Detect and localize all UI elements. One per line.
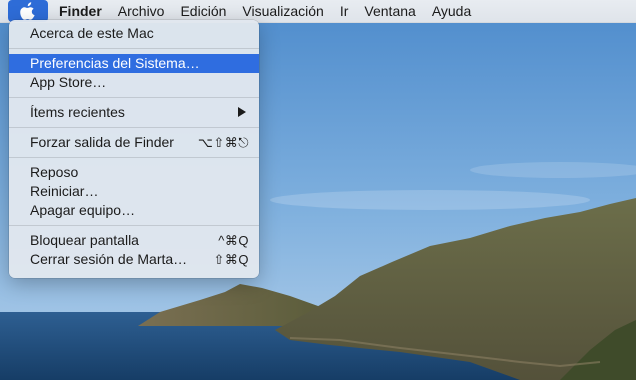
menu-item-label: Bloquear pantalla	[30, 232, 139, 248]
desktop-screen: Finder Archivo Edición Visualización Ir …	[0, 0, 636, 380]
lock-screen-shortcut: ^⌘Q	[218, 233, 249, 248]
menu-item-label: App Store…	[30, 74, 107, 90]
menu-item-force-quit[interactable]: Forzar salida de Finder ⌥⇧⌘⎋	[9, 133, 259, 152]
apple-menu-button[interactable]	[8, 0, 48, 22]
menubar-edicion[interactable]: Edición	[172, 0, 234, 22]
menu-item-recent-items[interactable]: Ítems recientes	[9, 103, 259, 122]
menu-item-label: Reposo	[30, 164, 79, 180]
menu-item-log-out[interactable]: Cerrar sesión de Marta… ⇧⌘Q	[9, 250, 259, 269]
menu-separator	[9, 97, 259, 98]
menubar-visualizacion[interactable]: Visualización	[234, 0, 331, 22]
menu-item-restart[interactable]: Reiniciar…	[9, 182, 259, 201]
menu-item-system-preferences[interactable]: Preferencias del Sistema…	[9, 54, 259, 73]
menu-item-sleep[interactable]: Reposo	[9, 163, 259, 182]
menu-item-about-this-mac[interactable]: Acerca de este Mac	[9, 24, 259, 43]
menubar-finder[interactable]: Finder	[51, 0, 110, 22]
menu-item-label: Cerrar sesión de Marta…	[30, 251, 188, 267]
menu-separator	[9, 157, 259, 158]
menu-item-label: Preferencias del Sistema…	[30, 55, 200, 71]
menu-item-label: Forzar salida de Finder	[30, 134, 174, 150]
menubar-ventana[interactable]: Ventana	[356, 0, 423, 22]
menu-item-label: Ítems recientes	[30, 104, 125, 120]
menubar-archivo[interactable]: Archivo	[110, 0, 173, 22]
menu-item-label: Apagar equipo…	[30, 202, 136, 218]
apple-menu-dropdown: Acerca de este Mac Preferencias del Sist…	[9, 20, 259, 278]
apple-logo-icon	[20, 2, 35, 20]
menu-item-shutdown[interactable]: Apagar equipo…	[9, 201, 259, 220]
submenu-arrow-icon	[238, 107, 246, 117]
menu-separator	[9, 225, 259, 226]
menu-item-label: Acerca de este Mac	[30, 25, 154, 41]
menu-item-label: Reiniciar…	[30, 183, 99, 199]
menu-separator	[9, 127, 259, 128]
menubar-ir[interactable]: Ir	[332, 0, 357, 22]
force-quit-shortcut: ⌥⇧⌘⎋	[197, 135, 249, 150]
menu-separator	[9, 48, 259, 49]
menu-item-app-store[interactable]: App Store…	[9, 73, 259, 92]
log-out-shortcut: ⇧⌘Q	[213, 252, 249, 267]
menubar-ayuda[interactable]: Ayuda	[424, 0, 479, 22]
menu-item-lock-screen[interactable]: Bloquear pantalla ^⌘Q	[9, 231, 259, 250]
